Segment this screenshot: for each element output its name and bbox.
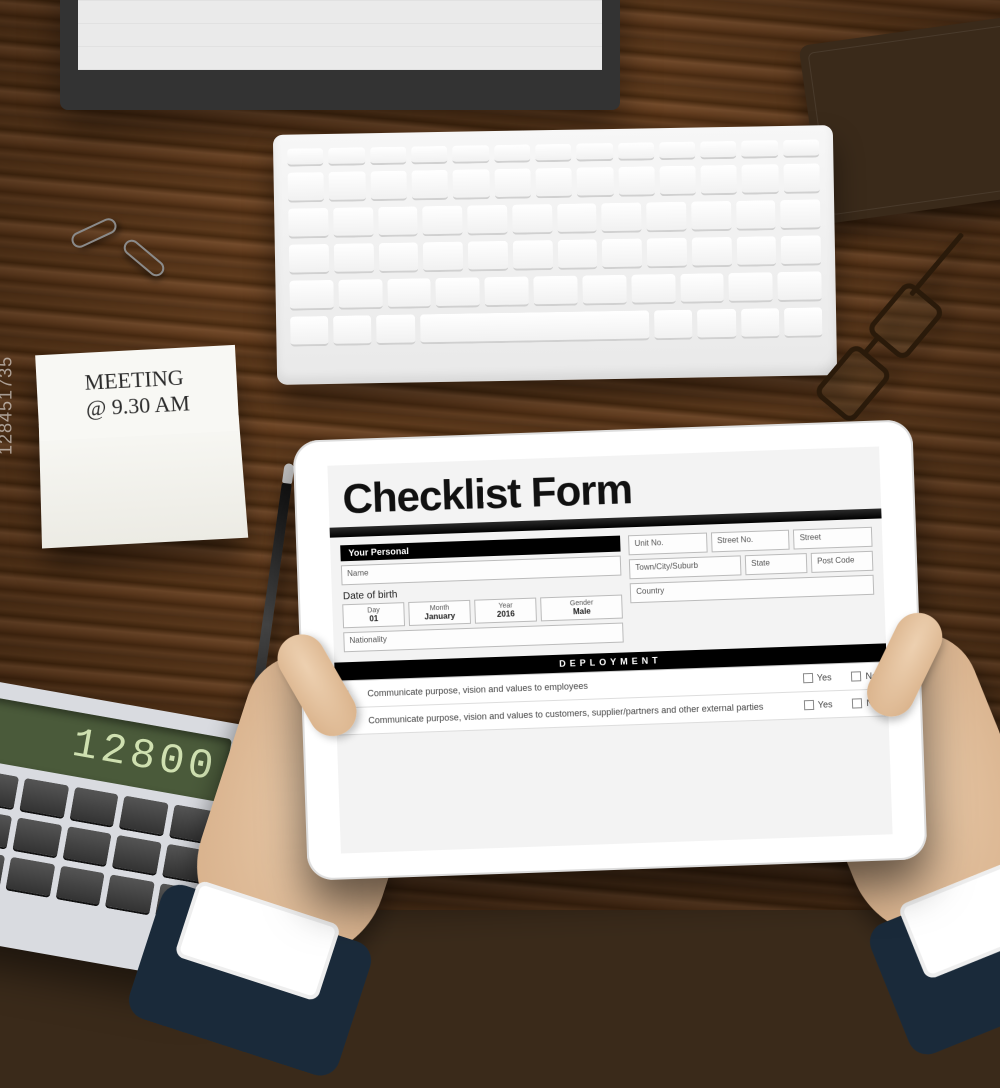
state-label: State xyxy=(751,557,801,568)
dob-year-value: 2016 xyxy=(481,609,531,620)
yes-label: Yes xyxy=(818,699,833,710)
wireless-keyboard xyxy=(273,125,837,385)
checklist-form-app: Checklist Form Your Personal Name Date o… xyxy=(327,446,892,853)
checkbox-icon[interactable] xyxy=(803,673,813,683)
yes-label: Yes xyxy=(817,672,832,683)
row-text: Communicate purpose, vision and values t… xyxy=(368,701,794,726)
town-label: Town/City/Suburb xyxy=(635,560,735,572)
monitor-spreadsheet xyxy=(78,0,602,70)
unit-no-field[interactable]: Unit No. xyxy=(628,533,707,556)
postcode-label: Post Code xyxy=(817,555,867,566)
street-field[interactable]: Street xyxy=(793,527,872,550)
sticky-note-cube: MEETING @ 9.30 AM xyxy=(35,345,245,545)
street-no-field[interactable]: Street No. xyxy=(711,530,790,553)
desktop-monitor xyxy=(60,0,620,110)
tablet-in-hands: Checklist Form Your Personal Name Date o… xyxy=(293,419,928,880)
country-label: Country xyxy=(636,579,868,596)
stock-watermark: 128451735 xyxy=(0,356,17,455)
state-field[interactable]: State xyxy=(745,553,808,575)
checkbox-icon[interactable] xyxy=(852,698,862,708)
dob-day-field[interactable]: Day 01 xyxy=(342,602,405,628)
checkbox-icon[interactable] xyxy=(851,671,861,681)
nationality-label: Nationality xyxy=(349,627,617,645)
country-field[interactable]: Country xyxy=(630,575,874,603)
dob-month-value: January xyxy=(415,611,465,622)
yes-option[interactable]: Yes xyxy=(803,672,832,683)
street-label: Street xyxy=(799,531,866,542)
sticky-note-text: MEETING @ 9.30 AM xyxy=(35,345,239,441)
gender-value: Male xyxy=(547,606,617,617)
town-field[interactable]: Town/City/Suburb xyxy=(629,555,741,579)
postcode-field[interactable]: Post Code xyxy=(811,551,874,573)
yes-option[interactable]: Yes xyxy=(804,699,833,710)
dob-month-field[interactable]: Month January xyxy=(408,600,471,626)
street-no-label: Street No. xyxy=(717,534,784,545)
dob-year-field[interactable]: Year 2016 xyxy=(474,598,537,624)
tablet-device: Checklist Form Your Personal Name Date o… xyxy=(293,419,928,880)
unit-no-label: Unit No. xyxy=(634,537,701,548)
gender-field[interactable]: Gender Male xyxy=(540,595,623,622)
nationality-field[interactable]: Nationality xyxy=(343,623,624,653)
dob-day-value: 01 xyxy=(349,613,399,624)
name-label: Name xyxy=(347,560,615,578)
deployment-header-text: DEPLOYMENT xyxy=(559,655,662,669)
checkbox-icon[interactable] xyxy=(804,700,814,710)
